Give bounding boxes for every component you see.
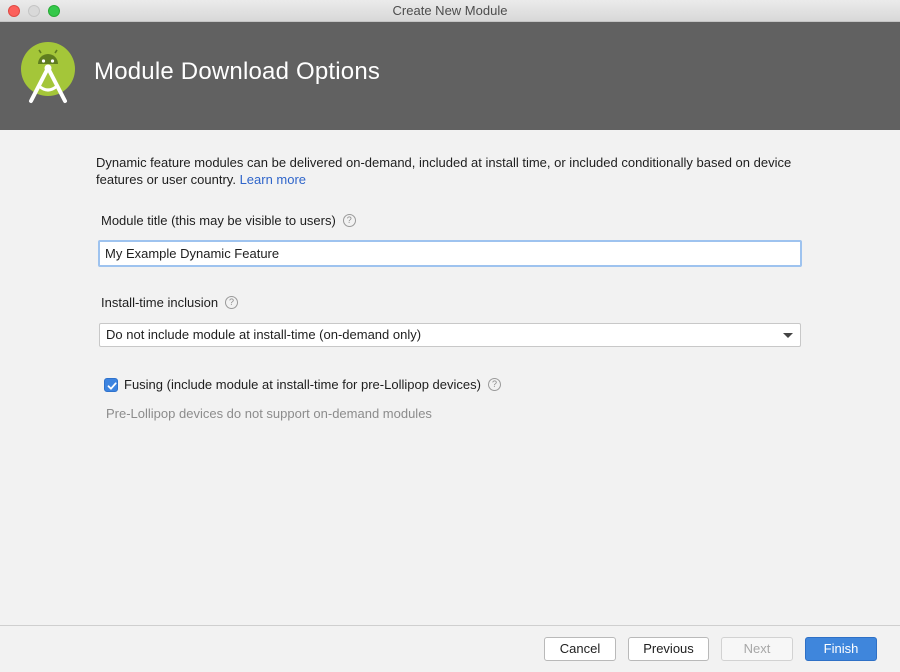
create-new-module-window: Create New Module Module Download Option…	[0, 0, 900, 672]
next-button[interactable]: Next	[721, 637, 793, 661]
header-banner: Module Download Options	[0, 22, 900, 130]
fusing-checkbox[interactable]	[104, 377, 118, 392]
install-time-dropdown[interactable]: Do not include module at install-time (o…	[99, 323, 801, 347]
window-title: Create New Module	[392, 3, 508, 18]
module-title-label-text: Module title (this may be visible to use…	[101, 213, 336, 228]
module-title-input[interactable]	[98, 240, 802, 267]
learn-more-link[interactable]: Learn more	[240, 172, 306, 187]
install-time-label-text: Install-time inclusion	[101, 295, 219, 310]
description: Dynamic feature modules can be delivered…	[96, 154, 816, 188]
help-icon[interactable]: ?	[487, 378, 501, 391]
android-studio-logo-icon	[20, 42, 76, 104]
description-text: Dynamic feature modules can be delivered…	[96, 155, 792, 187]
cancel-button[interactable]: Cancel	[544, 637, 616, 661]
help-icon[interactable]: ?	[225, 296, 239, 309]
module-title-label: Module title (this may be visible to use…	[101, 213, 356, 228]
dropdown-arrow-icon	[783, 333, 793, 338]
title-bar[interactable]: Create New Module	[0, 0, 900, 22]
checkmark-icon	[107, 381, 117, 390]
help-icon[interactable]: ?	[342, 214, 356, 227]
page-title: Module Download Options	[94, 58, 381, 85]
fusing-hint: Pre-Lollipop devices do not support on-d…	[106, 406, 432, 421]
install-time-label: Install-time inclusion ?	[101, 295, 239, 310]
fusing-label[interactable]: Fusing (include module at install-time f…	[124, 377, 501, 392]
fusing-option: Fusing (include module at install-time f…	[104, 377, 501, 392]
button-bar: Cancel Previous Next Finish	[0, 625, 900, 672]
install-time-selected: Do not include module at install-time (o…	[106, 327, 422, 342]
previous-button[interactable]: Previous	[628, 637, 709, 661]
dialog-content: Dynamic feature modules can be delivered…	[0, 130, 900, 625]
fusing-label-text: Fusing (include module at install-time f…	[124, 377, 481, 392]
finish-button[interactable]: Finish	[805, 637, 877, 661]
